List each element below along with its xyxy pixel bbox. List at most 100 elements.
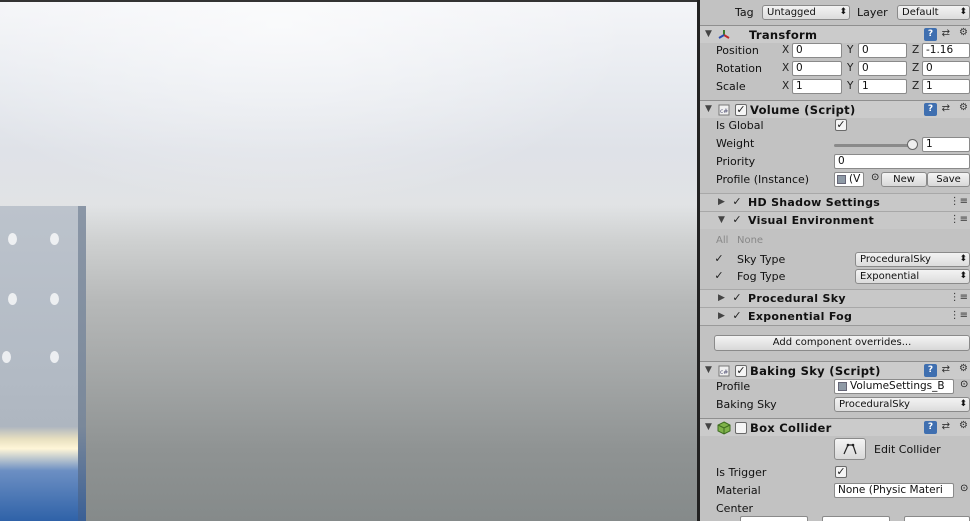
object-picker-icon[interactable]: ⊙ xyxy=(960,483,968,494)
axis-y-label[interactable]: Y xyxy=(847,80,853,92)
fog-type-override-checkbox[interactable]: ✓ xyxy=(713,270,725,283)
exponential-fog-checkbox[interactable]: ✓ xyxy=(731,310,743,323)
layer-label: Layer xyxy=(857,6,888,19)
baking-sky-dropdown[interactable]: ProceduralSky xyxy=(834,397,970,412)
all-toggle[interactable]: All xyxy=(716,235,728,246)
exponential-fog-header[interactable]: ▶ ✓ Exponential Fog ⋮≡ xyxy=(700,307,970,325)
override-menu-icon[interactable]: ⋮≡ xyxy=(950,310,968,321)
help-icon[interactable]: ? xyxy=(924,364,937,377)
scale-y-field[interactable]: 1 xyxy=(858,79,907,94)
fog-type-label: Fog Type xyxy=(737,270,786,283)
baking-profile-field[interactable]: VolumeSettings_B xyxy=(834,379,954,394)
center-x-field[interactable] xyxy=(740,516,808,521)
help-icon[interactable]: ? xyxy=(924,103,937,116)
scale-z-field[interactable]: 1 xyxy=(922,79,970,94)
weight-slider-track[interactable] xyxy=(834,144,914,147)
object-picker-icon[interactable]: ⊙ xyxy=(960,379,968,390)
help-icon[interactable]: ? xyxy=(924,28,937,41)
hd-shadow-title: HD Shadow Settings xyxy=(748,196,881,209)
volume-enabled-checkbox[interactable]: ✓ xyxy=(735,104,747,116)
axis-z-label[interactable]: Z xyxy=(912,80,919,92)
pillar-side xyxy=(78,206,86,521)
fold-arrow-icon[interactable]: ▼ xyxy=(705,104,712,114)
tag-dropdown[interactable]: Untagged xyxy=(762,5,850,20)
fold-arrow-icon[interactable]: ▼ xyxy=(705,422,712,432)
center-z-field[interactable] xyxy=(904,516,970,521)
baking-sky-header[interactable]: ▼ c# ✓ Baking Sky (Script) ? ⇄ ⚙ xyxy=(700,361,970,379)
preset-icon[interactable]: ⇄ xyxy=(942,364,950,375)
new-profile-button[interactable]: New xyxy=(881,172,927,187)
box-collider-enabled-checkbox[interactable] xyxy=(735,422,747,434)
add-component-overrides-button[interactable]: Add component overrides... xyxy=(714,335,970,351)
pillar-dot xyxy=(50,351,59,363)
scene-pillar-object[interactable] xyxy=(0,206,86,521)
save-profile-button[interactable]: Save xyxy=(927,172,970,187)
fold-arrow-icon[interactable]: ▶ xyxy=(718,197,725,207)
is-global-checkbox[interactable]: ✓ xyxy=(835,119,847,131)
scene-view[interactable] xyxy=(0,0,698,521)
override-menu-icon[interactable]: ⋮≡ xyxy=(950,214,968,225)
gear-icon[interactable]: ⚙ xyxy=(959,102,968,113)
gear-icon[interactable]: ⚙ xyxy=(959,420,968,431)
object-picker-icon[interactable]: ⊙ xyxy=(871,172,879,183)
box-collider-header[interactable]: ▼ Box Collider ? ⇄ ⚙ xyxy=(700,418,970,436)
box-collider-icon xyxy=(717,421,731,435)
is-trigger-checkbox[interactable]: ✓ xyxy=(835,466,847,478)
hd-shadow-checkbox[interactable]: ✓ xyxy=(731,196,743,209)
asset-icon xyxy=(837,175,846,184)
fold-arrow-icon[interactable]: ▶ xyxy=(718,293,725,303)
procedural-sky-header[interactable]: ▶ ✓ Procedural Sky ⋮≡ xyxy=(700,289,970,307)
axis-x-label[interactable]: X xyxy=(782,80,789,92)
help-icon[interactable]: ? xyxy=(924,421,937,434)
preset-icon[interactable]: ⇄ xyxy=(942,28,950,39)
fog-type-dropdown[interactable]: Exponential xyxy=(855,269,970,284)
is-trigger-label: Is Trigger xyxy=(716,466,767,479)
exponential-fog-title: Exponential Fog xyxy=(748,310,853,323)
scale-label: Scale xyxy=(716,80,746,93)
position-y-field[interactable]: 0 xyxy=(858,43,907,58)
transform-title: Transform xyxy=(749,28,818,42)
center-y-field[interactable] xyxy=(822,516,890,521)
axis-z-label[interactable]: Z xyxy=(912,44,919,56)
axis-y-label[interactable]: Y xyxy=(847,62,853,74)
axis-z-label[interactable]: Z xyxy=(912,62,919,74)
preset-icon[interactable]: ⇄ xyxy=(942,421,950,432)
scale-x-field[interactable]: 1 xyxy=(792,79,842,94)
rotation-z-field[interactable]: 0 xyxy=(922,61,970,76)
weight-slider-knob[interactable] xyxy=(907,139,918,150)
position-x-field[interactable]: 0 xyxy=(792,43,842,58)
position-z-field[interactable]: -1.16 xyxy=(922,43,970,58)
axis-y-label[interactable]: Y xyxy=(847,44,853,56)
edit-collider-button[interactable] xyxy=(834,438,866,460)
sky-type-override-checkbox[interactable]: ✓ xyxy=(713,253,725,266)
fold-arrow-icon[interactable]: ▼ xyxy=(705,365,712,375)
rotation-x-field[interactable]: 0 xyxy=(792,61,842,76)
visual-env-checkbox[interactable]: ✓ xyxy=(731,214,743,227)
axis-x-label[interactable]: X xyxy=(782,44,789,56)
rotation-y-field[interactable]: 0 xyxy=(858,61,907,76)
preset-icon[interactable]: ⇄ xyxy=(942,103,950,114)
override-menu-icon[interactable]: ⋮≡ xyxy=(950,292,968,303)
axis-x-label[interactable]: X xyxy=(782,62,789,74)
priority-label: Priority xyxy=(716,155,756,168)
transform-header[interactable]: ▼ Transform ? ⇄ ⚙ xyxy=(700,25,970,43)
baking-sky-enabled-checkbox[interactable]: ✓ xyxy=(735,365,747,377)
gear-icon[interactable]: ⚙ xyxy=(959,363,968,374)
procedural-sky-title: Procedural Sky xyxy=(748,292,846,305)
none-toggle[interactable]: None xyxy=(737,235,763,246)
layer-dropdown[interactable]: Default xyxy=(897,5,970,20)
gear-icon[interactable]: ⚙ xyxy=(959,27,968,38)
fold-arrow-icon[interactable]: ▼ xyxy=(705,29,712,39)
material-field[interactable]: None (Physic Materi xyxy=(834,483,954,498)
edit-collider-icon xyxy=(843,443,857,455)
visual-environment-header[interactable]: ▼ ✓ Visual Environment ⋮≡ xyxy=(700,211,970,229)
priority-field[interactable]: 0 xyxy=(834,154,970,169)
weight-field[interactable]: 1 xyxy=(922,137,970,152)
fold-arrow-icon[interactable]: ▶ xyxy=(718,311,725,321)
volume-header[interactable]: ▼ c# ✓ Volume (Script) ? ⇄ ⚙ xyxy=(700,100,970,118)
fold-arrow-icon[interactable]: ▼ xyxy=(718,215,725,225)
sky-type-dropdown[interactable]: ProceduralSky xyxy=(855,252,970,267)
procedural-sky-checkbox[interactable]: ✓ xyxy=(731,292,743,305)
override-menu-icon[interactable]: ⋮≡ xyxy=(950,196,968,207)
hd-shadow-settings-header[interactable]: ▶ ✓ HD Shadow Settings ⋮≡ xyxy=(700,193,970,211)
